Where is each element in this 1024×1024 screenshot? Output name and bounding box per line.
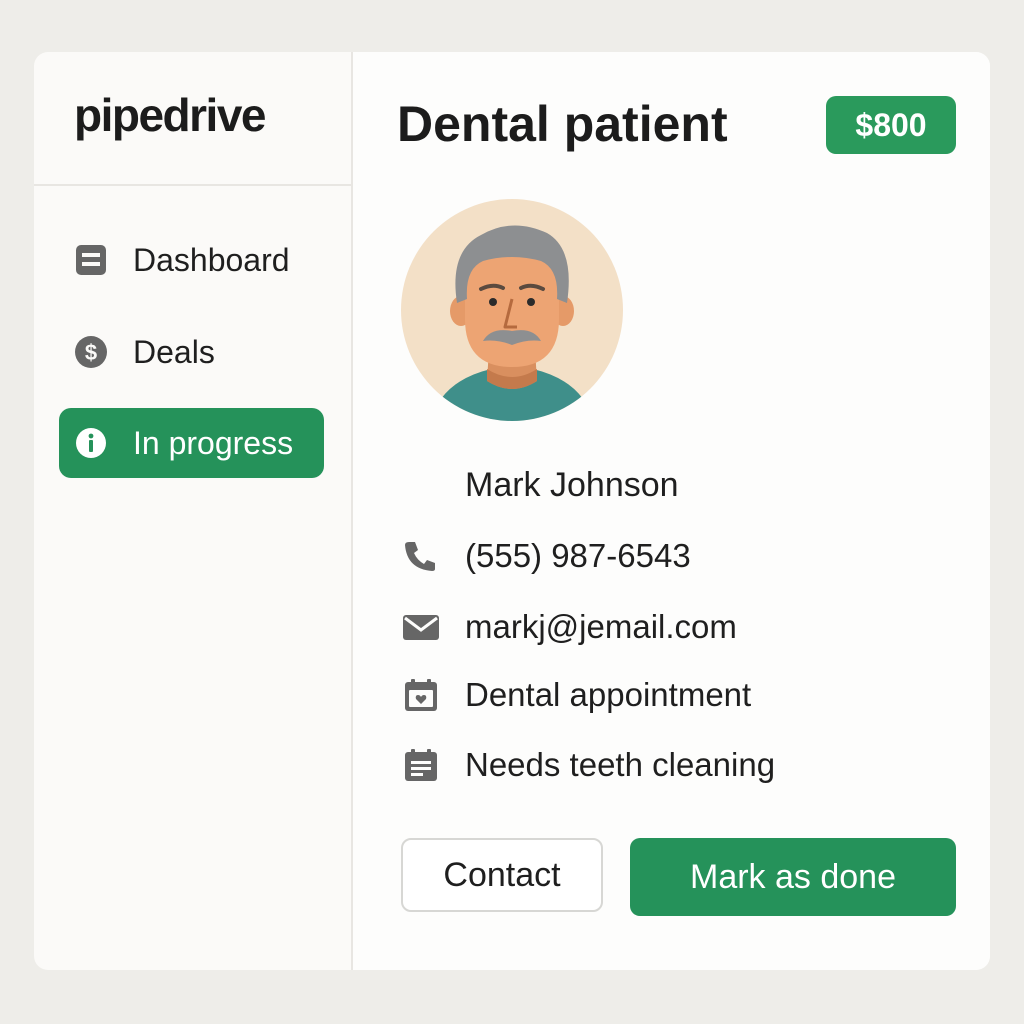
contact-name: Mark Johnson <box>465 466 679 504</box>
email-address[interactable]: markj@jemail.com <box>465 607 737 647</box>
email-row: markj@jemail.com <box>401 605 981 649</box>
sidebar-item-deals[interactable]: $ Deals <box>59 317 324 387</box>
deal-amount-badge: $800 <box>826 96 956 154</box>
note-icon <box>401 748 441 782</box>
sidebar-item-dashboard[interactable]: Dashboard <box>59 225 324 295</box>
phone-row: (555) 987-6543 <box>401 534 981 578</box>
sidebar-item-label: In progress <box>133 425 294 461</box>
sidebar-item-label: Dashboard <box>133 242 290 278</box>
deal-card: pipedrive Dashboard $ Deals In progress … <box>34 52 990 970</box>
dashboard-icon <box>74 243 108 277</box>
calendar-icon <box>401 678 441 712</box>
mark-as-done-button[interactable]: Mark as done <box>630 838 956 916</box>
mail-icon <box>401 610 441 644</box>
svg-text:$: $ <box>85 340 97 365</box>
appointment-text: Dental appointment <box>465 676 752 713</box>
dollar-icon: $ <box>74 335 108 369</box>
sidebar-item-label: Deals <box>133 334 215 370</box>
phone-number[interactable]: (555) 987-6543 <box>465 536 691 576</box>
appointment-row: Dental appointment <box>401 673 981 717</box>
sidebar: pipedrive Dashboard $ Deals In progress <box>34 52 353 970</box>
contact-button[interactable]: Contact <box>401 838 603 912</box>
deal-detail-panel: Dental patient $800 Mark Johnson (555) 9… <box>353 52 990 970</box>
deal-title: Dental patient <box>397 96 728 152</box>
app-logo[interactable]: pipedrive <box>74 88 267 142</box>
info-icon <box>74 426 108 460</box>
note-text: Needs teeth cleaning <box>465 746 776 783</box>
sidebar-item-in-progress[interactable]: In progress <box>59 408 324 478</box>
logo-area: pipedrive <box>34 52 351 186</box>
avatar <box>401 199 623 421</box>
note-row: Needs teeth cleaning <box>401 743 981 787</box>
phone-icon <box>401 539 441 573</box>
